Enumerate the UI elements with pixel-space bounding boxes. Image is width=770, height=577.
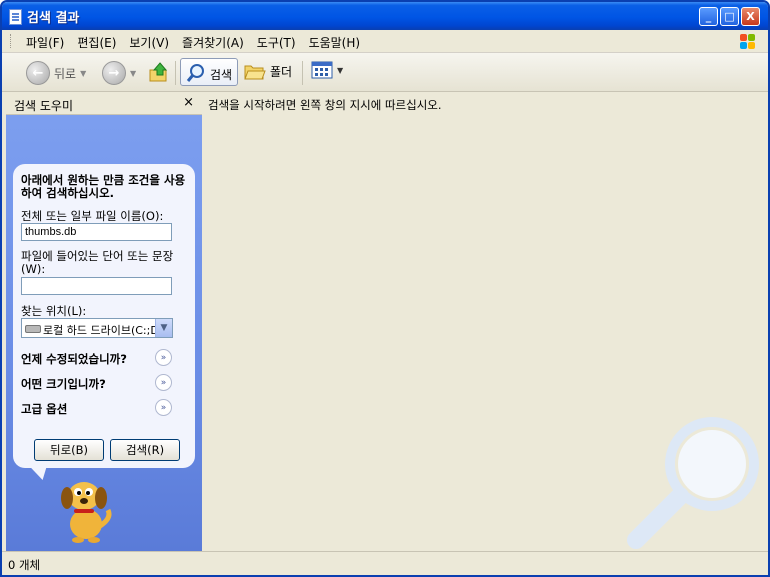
maximize-button[interactable]: □: [720, 7, 739, 26]
status-bar: 0 개체: [2, 551, 768, 575]
menu-tools[interactable]: 도구(T): [257, 34, 296, 51]
folders-button[interactable]: 폴더: [244, 61, 292, 81]
pane-back-button[interactable]: 뒤로(B): [34, 439, 104, 461]
up-folder-icon: [149, 62, 168, 82]
folders-icon: [244, 65, 266, 80]
search-results-window-icon: [9, 9, 22, 25]
back-arrow-icon: ←: [26, 61, 50, 85]
location-dropdown-icon[interactable]: ▼: [155, 319, 172, 337]
filename-label: 전체 또는 일부 파일 이름(O):: [21, 209, 164, 223]
title-bar[interactable]: 검색 결과 _ □ X: [2, 2, 768, 30]
status-object-count: 0 개체: [8, 558, 41, 572]
search-companion-pane: 검색 도우미 × 아래에서 원하는 만큼 조건을 사용하여 검색하십시오. 전체…: [6, 92, 202, 551]
minimize-button[interactable]: _: [699, 7, 718, 26]
when-modified-expand-icon[interactable]: »: [155, 349, 172, 366]
phrase-label: 파일에 들어있는 단어 또는 문장(W):: [21, 249, 174, 276]
search-instruction: 검색을 시작하려면 왼쪽 창의 지시에 따르십시오.: [208, 98, 442, 112]
forward-dropdown-icon[interactable]: ▼: [130, 69, 136, 78]
back-button[interactable]: ← 뒤로 ▼: [26, 61, 86, 85]
search-toolbar-label: 검색: [210, 68, 233, 82]
menu-favorites[interactable]: 즐겨찾기(A): [182, 34, 244, 51]
pane-header: 검색 도우미 ×: [6, 92, 202, 115]
up-folder-button[interactable]: [148, 61, 170, 83]
folders-label: 폴더: [270, 64, 293, 79]
forward-arrow-icon: →: [102, 61, 126, 85]
location-select[interactable]: 로컬 하드 드라이브(C:;D:) ▼: [21, 318, 173, 338]
menu-file[interactable]: 파일(F): [26, 34, 64, 51]
advanced-options-expand-icon[interactable]: »: [155, 399, 172, 416]
location-label: 찾는 위치(L):: [21, 304, 87, 318]
window-title: 검색 결과: [27, 11, 80, 26]
forward-button[interactable]: → ▼: [102, 61, 136, 85]
menu-edit[interactable]: 편집(E): [77, 34, 116, 51]
advanced-options-toggle[interactable]: 고급 옵션: [21, 401, 67, 417]
when-modified-toggle[interactable]: 언제 수정되었습니까?: [21, 351, 127, 367]
hard-drive-icon: [25, 325, 41, 333]
what-size-expand-icon[interactable]: »: [155, 374, 172, 391]
views-button[interactable]: ▼: [311, 61, 343, 79]
menu-help[interactable]: 도움말(H): [309, 34, 361, 51]
views-grid-icon: [311, 61, 333, 79]
standard-toolbar: ← 뒤로 ▼ → ▼ 검색 폴더 ▼: [2, 53, 768, 92]
back-label: 뒤로: [54, 66, 77, 81]
rover-dog-icon: [61, 482, 112, 543]
menu-bar: 파일(F) 편집(E) 보기(V) 즐겨찾기(A) 도구(T) 도움말(H): [2, 30, 768, 53]
pane-close-icon[interactable]: ×: [183, 95, 194, 110]
location-value: 로컬 하드 드라이브(C:;D:): [43, 324, 167, 337]
pane-title: 검색 도우미: [14, 99, 74, 113]
search-toolbar-button[interactable]: 검색: [180, 58, 238, 86]
menu-grip[interactable]: [10, 34, 13, 48]
back-dropdown-icon[interactable]: ▼: [80, 69, 86, 78]
phrase-input[interactable]: [21, 277, 172, 295]
toolbar-separator: [175, 61, 176, 85]
views-dropdown-icon[interactable]: ▼: [337, 66, 343, 75]
explorer-window: 검색 결과 _ □ X 파일(F) 편집(E) 보기(V) 즐겨찾기(A) 도구…: [0, 0, 770, 577]
menu-view[interactable]: 보기(V): [129, 34, 169, 51]
magnifier-icon: [186, 64, 204, 82]
pane-search-button[interactable]: 검색(R): [110, 439, 180, 461]
filename-input[interactable]: [21, 223, 172, 241]
toolbar-separator: [302, 61, 303, 85]
close-button[interactable]: X: [741, 7, 760, 26]
search-prompt: 아래에서 원하는 만큼 조건을 사용하여 검색하십시오.: [21, 173, 186, 200]
magnifier-watermark-icon: [627, 417, 759, 549]
what-size-toggle[interactable]: 어떤 크기입니까?: [21, 376, 106, 392]
windows-logo-icon: [740, 34, 756, 50]
